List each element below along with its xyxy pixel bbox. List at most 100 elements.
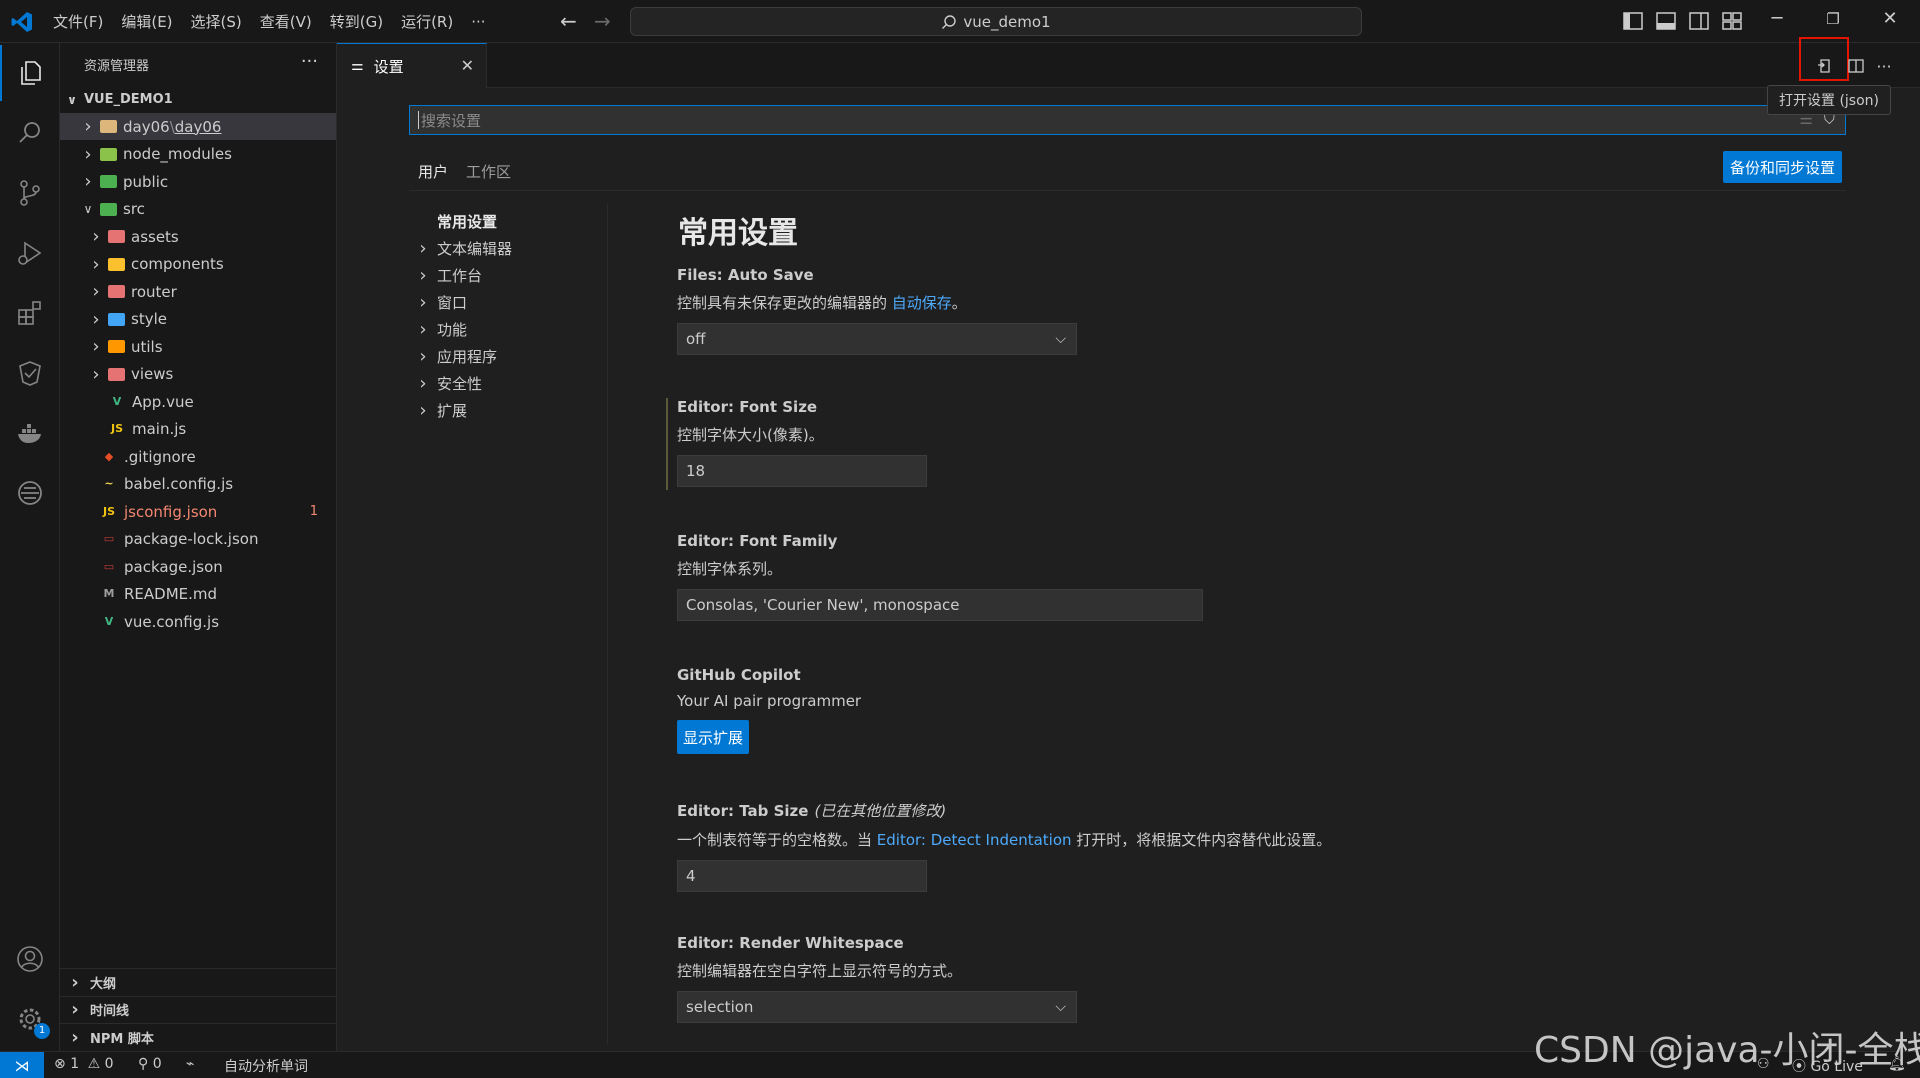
toc-item[interactable]: › 窗口	[409, 289, 591, 316]
toc-label: 功能	[437, 321, 468, 339]
render-whitespace-select[interactable]: selection ⌵	[677, 991, 1077, 1023]
toc-item[interactable]: › 扩展	[409, 397, 591, 424]
manage-activity[interactable]: 1	[0, 991, 60, 1047]
toggle-secondary-sidebar-icon[interactable]	[1688, 10, 1710, 32]
tree-item-label: views	[131, 365, 174, 383]
toc-item[interactable]: › 功能	[409, 316, 591, 343]
tree-item[interactable]: V App.vue	[60, 388, 336, 415]
problems-indicator[interactable]: ⊗ 1 ⚠ 0	[54, 1056, 114, 1072]
auto-save-select[interactable]: off ⌵	[677, 323, 1077, 355]
tree-item[interactable]: › day06 \ day06	[60, 113, 336, 140]
menu-run[interactable]: 运行(R)	[392, 11, 462, 32]
tree-item-label: style	[131, 310, 167, 328]
tree-item[interactable]: › style	[60, 306, 336, 333]
tree-item[interactable]: › views	[60, 361, 336, 388]
font-family-input[interactable]: Consolas, 'Courier New', monospace	[677, 589, 1203, 621]
menu-more[interactable]: ···	[462, 13, 494, 31]
tree-item[interactable]: › components	[60, 251, 336, 278]
search-placeholder: 搜索设置	[421, 111, 482, 130]
remote-indicator[interactable]: ⋊	[0, 1052, 44, 1078]
tree-item[interactable]: JS jsconfig.json 1	[60, 498, 336, 525]
tree-item[interactable]: › node_modules	[60, 141, 336, 168]
restore-icon[interactable]: ❐	[1818, 10, 1848, 28]
tree-item[interactable]: › router	[60, 278, 336, 305]
toc-item[interactable]: 常用设置	[409, 208, 591, 235]
menu-edit[interactable]: 编辑(E)	[112, 11, 181, 32]
chevron-down-icon: ∨	[67, 92, 77, 107]
extensions-activity[interactable]	[0, 285, 60, 341]
toc-label: 常用设置	[437, 213, 498, 231]
chevron-right-icon: ›	[92, 363, 100, 385]
tree-item[interactable]: JS main.js	[60, 416, 336, 443]
customize-layout-icon[interactable]	[1721, 10, 1743, 32]
scope-divider	[409, 190, 1846, 191]
toc-item[interactable]: › 文本编辑器	[409, 235, 591, 262]
toggle-primary-sidebar-icon[interactable]	[1622, 10, 1644, 32]
sidebar-panel-header[interactable]: › 大纲	[60, 968, 336, 995]
more-actions-icon[interactable]: ···	[301, 51, 318, 72]
toc-label: 工作台	[437, 267, 483, 285]
forward-arrow-icon[interactable]: →	[594, 9, 611, 33]
toc-item[interactable]: › 应用程序	[409, 343, 591, 370]
split-editor-button[interactable]	[1844, 54, 1868, 78]
tab-user[interactable]: 用户	[409, 153, 458, 191]
toggle-panel-icon[interactable]	[1655, 10, 1677, 32]
show-extension-button[interactable]: 显示扩展	[677, 720, 750, 754]
database-activity[interactable]	[0, 465, 60, 521]
tree-item[interactable]: M README.md	[60, 581, 336, 608]
tree-item[interactable]: ∨ src	[60, 196, 336, 223]
sidebar-panel-header[interactable]: › 时间线	[60, 995, 336, 1023]
accounts-activity[interactable]	[0, 931, 60, 987]
setting-title: Editor: Tab Size (已在其他位置修改)	[677, 802, 947, 820]
menu-go[interactable]: 转到(G)	[321, 11, 392, 32]
run-debug-activity[interactable]	[0, 225, 60, 281]
close-tab-icon[interactable]: ✕	[461, 56, 474, 75]
ports-indicator[interactable]: ⚲ 0	[138, 1056, 162, 1072]
open-settings-json-button[interactable]	[1813, 54, 1837, 78]
tree-item[interactable]: Vvue.config.js	[60, 608, 336, 635]
back-arrow-icon[interactable]: ←	[560, 9, 577, 33]
source-control-activity[interactable]	[0, 165, 60, 221]
tab-workspace[interactable]: 工作区	[457, 153, 520, 191]
tree-item[interactable]: › assets	[60, 223, 336, 250]
sidebar-panel-header[interactable]: › NPM 脚本	[60, 1023, 336, 1050]
font-size-input[interactable]: 18	[677, 455, 927, 487]
menu-view[interactable]: 查看(V)	[251, 11, 321, 32]
search-activity[interactable]	[0, 105, 60, 161]
git-file-icon: ◆	[104, 449, 114, 463]
tree-item[interactable]: › utils	[60, 333, 336, 360]
tree-item[interactable]: › public	[60, 168, 336, 195]
toc-item[interactable]: › 安全性	[409, 370, 591, 397]
minimize-icon[interactable]: ─	[1762, 8, 1792, 29]
babel-file-icon: ~	[104, 477, 114, 490]
command-center[interactable]: vue_demo1	[630, 7, 1362, 36]
auto-analyze-item[interactable]: 自动分析单词	[224, 1056, 308, 1076]
tools-icon[interactable]: ⌁	[186, 1056, 194, 1072]
tab-settings[interactable]: ⚌ 设置 ✕	[337, 43, 487, 88]
tab-size-input[interactable]: 4	[677, 860, 927, 892]
remote-icon: ⋊	[14, 1056, 30, 1075]
editor-more-actions-icon[interactable]: ···	[1872, 54, 1896, 78]
menu-file[interactable]: 文件(F)	[44, 11, 112, 32]
tree-item[interactable]: ~ babel.config.js	[60, 471, 336, 498]
tree-item-label-compact[interactable]: day06	[175, 118, 222, 136]
remote-explorer-activity[interactable]	[0, 345, 60, 401]
docker-activity[interactable]	[0, 405, 60, 461]
close-window-icon[interactable]: ✕	[1875, 8, 1905, 29]
menu-selection[interactable]: 选择(S)	[182, 11, 251, 32]
explorer-activity[interactable]	[0, 45, 60, 101]
folder-views-icon	[108, 367, 125, 381]
toc-item[interactable]: › 工作台	[409, 262, 591, 289]
tree-item[interactable]: ◆ .gitignore	[60, 443, 336, 470]
tree-item[interactable]: ▭ package.json	[60, 553, 336, 580]
detect-indentation-link[interactable]: Editor: Detect Indentation	[877, 831, 1072, 849]
folder-public-icon	[100, 175, 117, 188]
workspace-root[interactable]: ∨ VUE_DEMO1	[60, 86, 336, 113]
tree-item-label: main.js	[132, 420, 187, 438]
setting-tab-size: Editor: Tab Size (已在其他位置修改) 一个制表符等于的空格数。当…	[677, 800, 1827, 892]
backup-sync-button[interactable]: 备份和同步设置	[1723, 151, 1843, 183]
tree-item[interactable]: ▭ package-lock.json	[60, 526, 336, 553]
modified-elsewhere-label[interactable]: (已在其他位置修改)	[814, 802, 946, 820]
auto-save-link[interactable]: 自动保存	[892, 294, 952, 312]
settings-search-input[interactable]: 搜索设置 ☰ ⛉	[409, 105, 1846, 135]
